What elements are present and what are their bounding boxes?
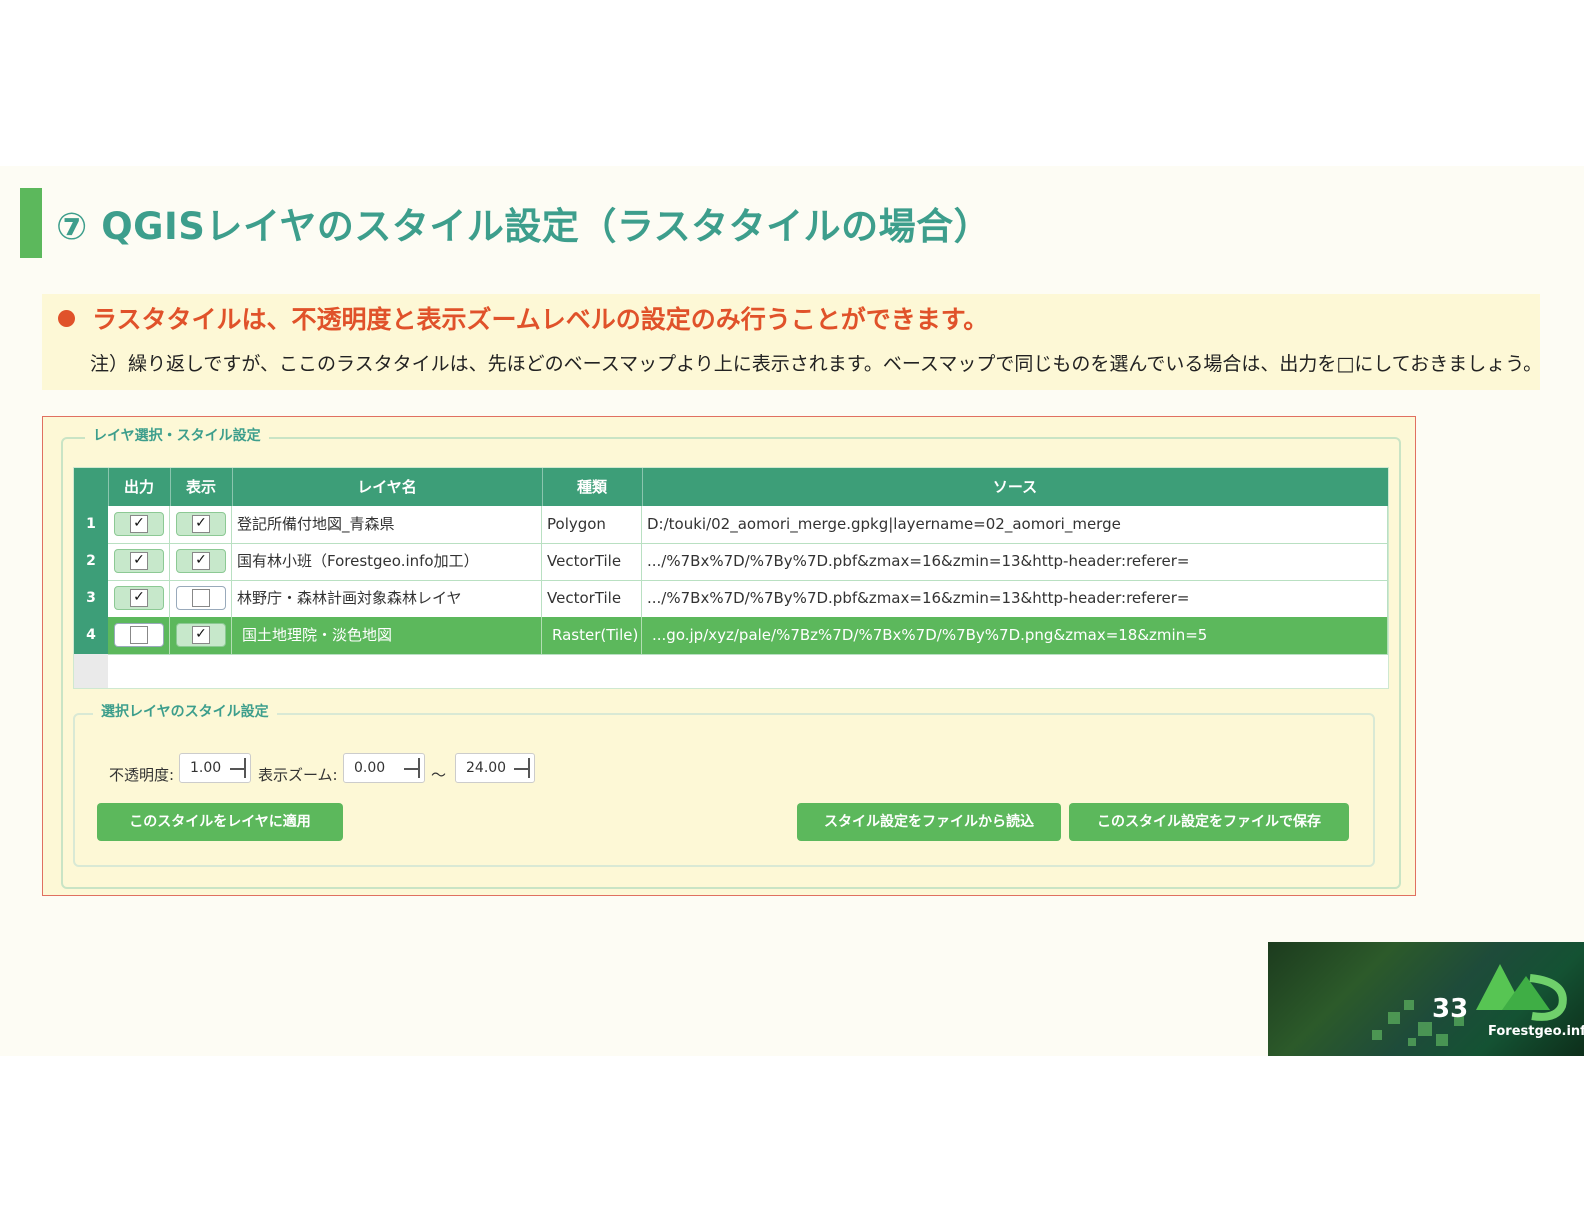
table-row[interactable]: ✓ ✓ 登記所備付地図_青森県 Polygon D:/touki/02_aomori_m… [108, 506, 1388, 544]
spin-arrows-icon[interactable] [514, 758, 530, 778]
spin-arrows-icon[interactable] [404, 758, 420, 778]
layer-source-cell: .../%7Bx%7D/%7By%7D.pbf&zmax=16&zmin=13&… [642, 580, 1388, 617]
output-checkbox[interactable]: ✓ [114, 549, 164, 573]
save-style-button[interactable]: このスタイル設定をファイルで保存 [1069, 803, 1349, 841]
visible-checkbox[interactable]: ✓ [176, 623, 226, 647]
layer-type-cell: Raster(Tile) [542, 617, 642, 654]
header-rownum [74, 468, 109, 506]
layer-name-cell: 国有林小班（Forestgeo.info加工） [232, 543, 542, 580]
headline: ラスタタイルは、不透明度と表示ズームレベルの設定のみ行うことができます。 [92, 305, 989, 334]
checkbox-icon: ✓ [130, 515, 148, 533]
layer-source-cell: ...go.jp/xyz/pale/%7Bz%7D/%7Bx%7D/%7By%7… [642, 617, 1388, 654]
selected-layer-style-group: 選択レイヤのスタイル設定 不透明度: 1.00 表示ズーム: 0.00 ～ 24… [73, 701, 1375, 867]
zoom-min-value: 0.00 [354, 760, 386, 776]
layer-type-cell: VectorTile [542, 580, 642, 617]
visible-checkbox[interactable]: ✓ [176, 512, 226, 536]
checkbox-icon: ✓ [192, 515, 210, 533]
brand-name: Forestgeo.info [1488, 1024, 1584, 1039]
screenshot-frame: レイヤ選択・スタイル設定 出力 表示 レイヤ名 種類 ソース 1 ✓ ✓ 登記所備付地… [42, 416, 1416, 896]
forestgeo-logo: 33 Forestgeo.info [1268, 942, 1584, 1056]
mountain-logo-icon [1476, 964, 1567, 1021]
checkbox-icon: ✓ [130, 552, 148, 570]
slide: ⑦ QGISレイヤのスタイル設定（ラスタタイルの場合） ラスタタイルは、不透明度… [0, 166, 1584, 1056]
layer-name-cell: 国土地理院・淡色地図 [232, 617, 542, 654]
slide-title: ⑦ QGISレイヤのスタイル設定（ラスタタイルの場合） [56, 205, 992, 248]
checkbox-icon: ✓ [130, 589, 148, 607]
zoom-min-spinbox[interactable]: 0.00 [343, 753, 425, 783]
layer-type-cell: Polygon [542, 506, 642, 543]
header-visible[interactable]: 表示 [170, 468, 233, 506]
output-checkbox[interactable]: ✓ [114, 512, 164, 536]
layer-table: 出力 表示 レイヤ名 種類 ソース 1 ✓ ✓ 登記所備付地図_青森県 Polygon D… [73, 467, 1389, 689]
table-row[interactable]: ✓ ✓ 国有林小班（Forestgeo.info加工） VectorTile .../%… [108, 543, 1388, 581]
table-row[interactable]: ✓ 国土地理院・淡色地図 Raster(Tile) ...go.jp/xyz/pale… [108, 617, 1388, 655]
opacity-spinbox[interactable]: 1.00 [179, 753, 251, 783]
style-group-title: 選択レイヤのスタイル設定 [93, 701, 277, 721]
group-title: レイヤ選択・スタイル設定 [85, 425, 269, 445]
header-type[interactable]: 種類 [542, 468, 643, 506]
layer-source-cell: D:/touki/02_aomori_merge.gpkg|layername=… [642, 506, 1388, 543]
title-accent-bar [20, 188, 42, 258]
layer-name-cell: 登記所備付地図_青森県 [232, 506, 542, 543]
zoom-label: 表示ズーム: [258, 766, 338, 784]
table-row[interactable]: ✓ 林野庁・森林計画対象森林レイヤ VectorTile .../%7Bx%7D/%7… [108, 580, 1388, 618]
layer-source-cell: .../%7Bx%7D/%7By%7D.pbf&zmax=16&zmin=13&… [642, 543, 1388, 580]
checkbox-icon [130, 626, 148, 644]
zoom-max-spinbox[interactable]: 24.00 [455, 753, 535, 783]
visible-checkbox[interactable] [176, 586, 226, 610]
row-number: 3 [74, 580, 108, 617]
table-header: 出力 表示 レイヤ名 種類 ソース [74, 468, 1388, 506]
opacity-label: 不透明度: [109, 766, 175, 784]
note-text: 注）繰り返しですが、ここのラスタタイルは、先ほどのベースマップより上に表示されま… [90, 353, 1543, 375]
checkbox-icon: ✓ [192, 626, 210, 644]
zoom-max-value: 24.00 [466, 760, 507, 776]
layer-name-cell: 林野庁・森林計画対象森林レイヤ [232, 580, 542, 617]
opacity-value: 1.00 [190, 760, 222, 776]
page-number: 33 [1432, 994, 1469, 1024]
checkbox-icon [192, 589, 210, 607]
spin-arrows-icon[interactable] [230, 758, 246, 778]
empty-row-header [74, 654, 108, 688]
header-layer-name[interactable]: レイヤ名 [232, 468, 543, 506]
layer-type-cell: VectorTile [542, 543, 642, 580]
header-source[interactable]: ソース [642, 468, 1388, 506]
info-box: ラスタタイルは、不透明度と表示ズームレベルの設定のみ行うことができます。 注）繰… [42, 294, 1543, 390]
bullet-icon [58, 310, 75, 327]
layer-style-group: レイヤ選択・スタイル設定 出力 表示 レイヤ名 種類 ソース 1 ✓ ✓ 登記所備付地… [61, 425, 1401, 889]
checkbox-icon: ✓ [192, 552, 210, 570]
apply-style-button[interactable]: このスタイルをレイヤに適用 [97, 803, 343, 841]
row-number: 1 [74, 506, 108, 543]
row-number: 2 [74, 543, 108, 580]
output-checkbox[interactable] [114, 623, 164, 647]
tilde-separator: ～ [431, 766, 447, 784]
load-style-button[interactable]: スタイル設定をファイルから読込 [797, 803, 1061, 841]
header-output[interactable]: 出力 [108, 468, 171, 506]
output-checkbox[interactable]: ✓ [114, 586, 164, 610]
row-number: 4 [74, 617, 108, 654]
visible-checkbox[interactable]: ✓ [176, 549, 226, 573]
